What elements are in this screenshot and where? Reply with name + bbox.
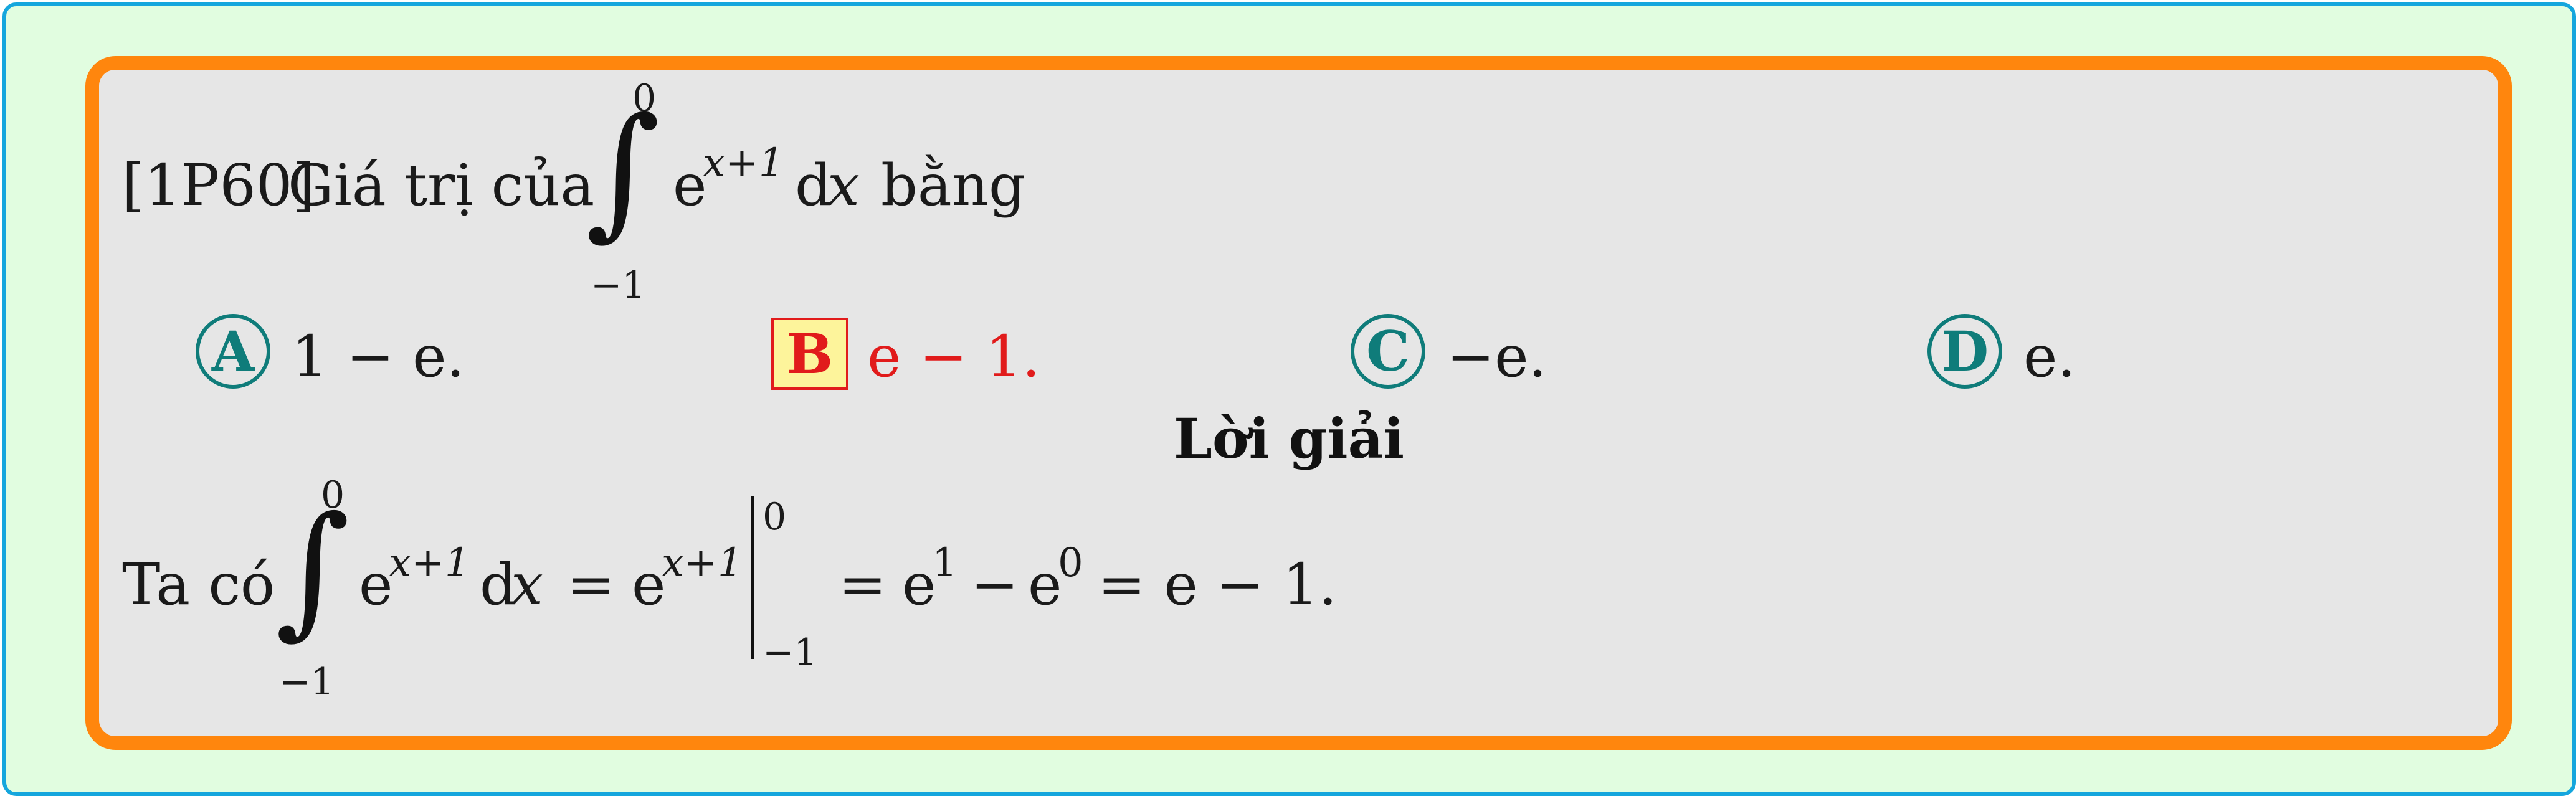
solution-integral-sign: ∫ — [275, 486, 350, 653]
solution-integrand-base: e — [359, 551, 393, 618]
solution-minus: − — [971, 551, 1019, 618]
choice-a-marker[interactable]: A — [196, 314, 270, 389]
evaluation-upper: 0 — [763, 495, 787, 539]
choice-d-text[interactable]: e. — [2023, 328, 2076, 386]
term-1-base: e — [902, 551, 936, 618]
solution-heading: Lời giải — [1174, 406, 1405, 471]
solution-integral-lower: −1 — [279, 660, 335, 704]
solution-differential-var: x — [511, 551, 543, 618]
solution-equals-2: = — [839, 551, 887, 618]
evaluation-lower: −1 — [763, 631, 818, 675]
question-integrand-base: e — [673, 152, 707, 219]
antiderivative-base: e — [632, 551, 666, 618]
page-frame — [2, 2, 2576, 796]
integral-sign: ∫ — [586, 88, 660, 254]
choice-b-marker[interactable]: B — [771, 318, 848, 390]
question-text-after: bằng — [881, 152, 1025, 219]
question-differential-var: x — [827, 152, 860, 219]
term-2-base: e — [1028, 551, 1062, 618]
question-integral-lower: −1 — [591, 263, 646, 307]
term-1-exponent: 1 — [932, 540, 958, 586]
solution-result: = e − 1. — [1098, 551, 1338, 618]
choice-a-text[interactable]: 1 − e. — [292, 328, 465, 386]
solution-intro: Ta có — [122, 551, 275, 618]
question-code: [1P60] — [122, 152, 315, 219]
evaluation-bar — [751, 496, 754, 659]
term-2-exponent: 0 — [1058, 540, 1083, 586]
question-text-before: Giá trị của — [288, 152, 595, 219]
solution-equals-1: = — [567, 551, 615, 618]
question-integrand-exponent: x+1 — [703, 140, 784, 186]
choice-c-text[interactable]: −e. — [1447, 328, 1547, 386]
antiderivative-exponent: x+1 — [662, 540, 743, 586]
choice-b-text[interactable]: e − 1. — [867, 328, 1040, 386]
choice-c-marker[interactable]: C — [1351, 314, 1425, 389]
solution-integrand-exponent: x+1 — [389, 540, 470, 586]
question-differential-d: d — [795, 152, 832, 219]
choice-d-marker[interactable]: D — [1927, 314, 2002, 389]
